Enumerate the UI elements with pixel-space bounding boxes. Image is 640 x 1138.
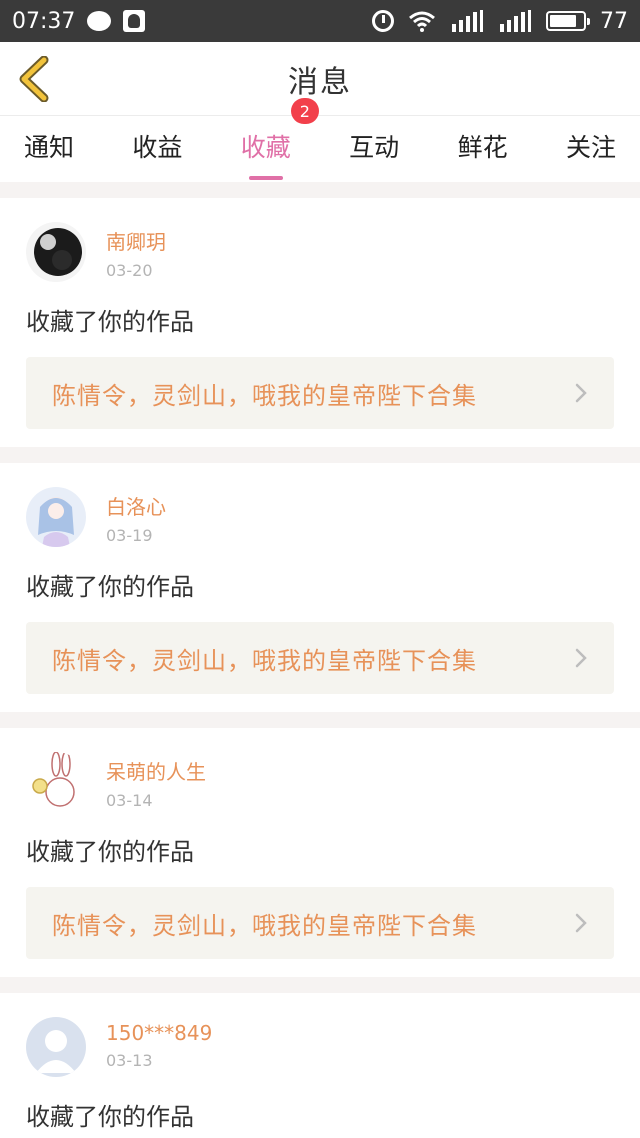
tab-follows[interactable]: 关注: [566, 128, 616, 170]
signal-icon: [450, 10, 484, 32]
divider: [0, 712, 640, 728]
message-date: 03-19: [106, 526, 153, 545]
work-link[interactable]: 陈情令，灵剑山，哦我的皇帝陛下合集: [26, 887, 614, 959]
message-card: 南卿玥 03-20 收藏了你的作品 陈情令，灵剑山，哦我的皇帝陛下合集: [0, 198, 640, 447]
chevron-right-icon: [575, 913, 587, 933]
message-date: 03-20: [106, 261, 153, 280]
tab-flowers[interactable]: 鲜花: [458, 128, 508, 170]
message-action: 收藏了你的作品: [26, 838, 194, 866]
message-card: 呆萌的人生 03-14 收藏了你的作品 陈情令，灵剑山，哦我的皇帝陛下合集: [0, 728, 640, 977]
work-title: 陈情令，灵剑山，哦我的皇帝陛下合集: [52, 911, 477, 940]
battery-icon: [546, 11, 590, 31]
alarm-clock-icon: [372, 10, 394, 32]
message-card: 白洛心 03-19 收藏了你的作品 陈情令，灵剑山，哦我的皇帝陛下合集: [0, 463, 640, 712]
status-bar: 07:37 77: [0, 0, 640, 42]
username[interactable]: 呆萌的人生: [106, 756, 206, 785]
tab-favorites[interactable]: 收藏 2: [241, 98, 319, 180]
chat-bubble-icon: [87, 11, 112, 31]
message-action: 收藏了你的作品: [26, 1103, 194, 1131]
tab-notifications[interactable]: 通知: [24, 128, 74, 170]
username[interactable]: 白洛心: [106, 491, 166, 520]
message-date: 03-13: [106, 1051, 153, 1070]
avatar[interactable]: [26, 752, 86, 812]
chevron-right-icon: [575, 383, 587, 403]
avatar[interactable]: [26, 222, 86, 282]
divider: [0, 447, 640, 463]
signal-4g-icon: [498, 10, 532, 32]
tab-earnings[interactable]: 收益: [132, 128, 182, 170]
username[interactable]: 150***849: [106, 1021, 212, 1045]
back-button[interactable]: [16, 55, 56, 103]
back-chevron-icon: [19, 55, 49, 103]
work-link[interactable]: 陈情令，灵剑山，哦我的皇帝陛下合集: [26, 357, 614, 429]
work-title: 陈情令，灵剑山，哦我的皇帝陛下合集: [52, 381, 477, 410]
work-link[interactable]: 陈情令，灵剑山，哦我的皇帝陛下合集: [26, 622, 614, 694]
unread-badge: 2: [290, 98, 319, 124]
avatar[interactable]: [26, 487, 86, 547]
message-action: 收藏了你的作品: [26, 308, 194, 336]
work-title: 陈情令，灵剑山，哦我的皇帝陛下合集: [52, 646, 477, 675]
avatar[interactable]: [26, 1017, 86, 1077]
tab-bar: 通知 收益 收藏 2 互动 鲜花 关注: [0, 98, 640, 182]
chevron-right-icon: [575, 648, 587, 668]
message-card: 150***849 03-13 收藏了你的作品: [0, 993, 640, 1138]
divider: [0, 977, 640, 993]
active-tab-indicator: [248, 176, 283, 180]
username[interactable]: 南卿玥: [106, 226, 166, 255]
message-date: 03-14: [106, 791, 153, 810]
qq-icon: [123, 10, 146, 32]
divider: [0, 182, 640, 198]
status-time: 07:37: [12, 8, 76, 34]
wifi-icon: [408, 10, 436, 32]
battery-level: 77: [600, 8, 628, 34]
header: 消息: [0, 42, 640, 116]
page-title: 消息: [288, 64, 352, 100]
tab-interactions[interactable]: 互动: [349, 128, 399, 170]
message-action: 收藏了你的作品: [26, 573, 194, 601]
